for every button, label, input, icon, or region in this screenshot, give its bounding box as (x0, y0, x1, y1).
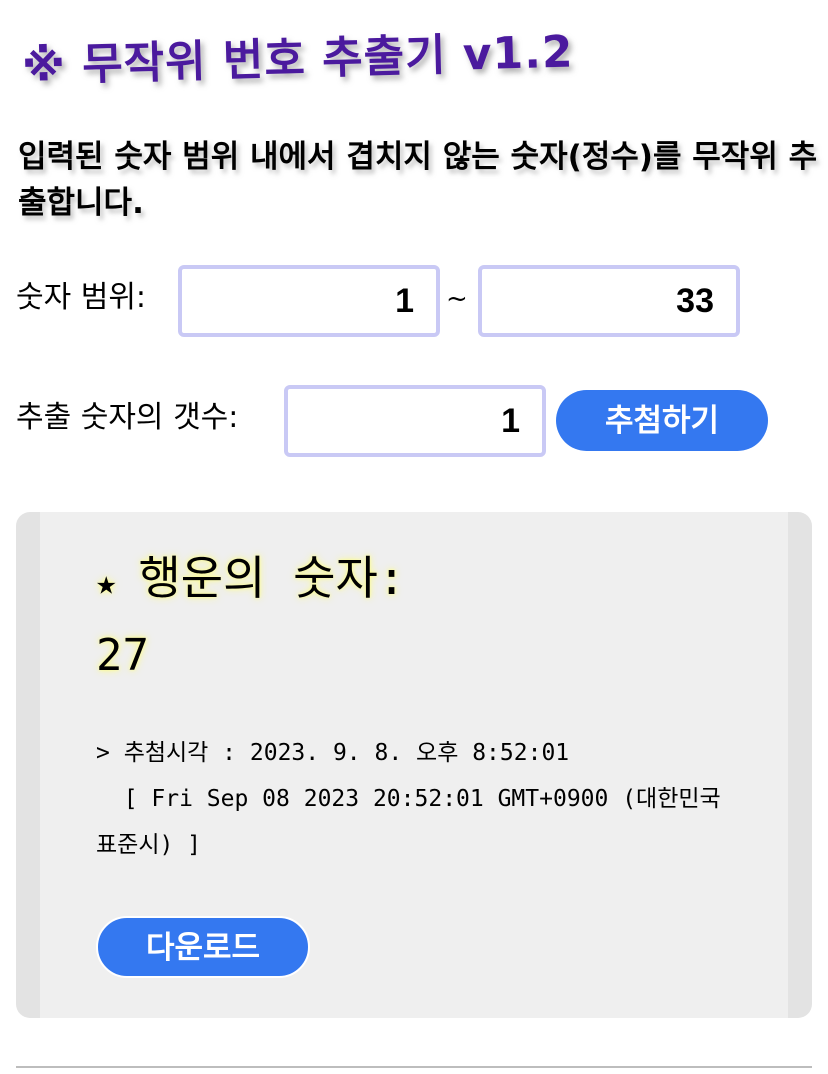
bottom-divider (16, 1066, 812, 1068)
range-separator: ~ (446, 284, 468, 314)
draw-button[interactable]: 추첨하기 (556, 390, 768, 451)
count-input[interactable] (284, 385, 546, 457)
range-min-input[interactable] (178, 265, 440, 337)
result-panel: ★ 행운의 숫자: 27 > 추첨시각 : 2023. 9. 8. 오후 8:52… (16, 512, 812, 1018)
description-text: 입력된 숫자 범위 내에서 겹치지 않는 숫자(정수)를 무작위 추출합니다. (18, 139, 818, 221)
download-button[interactable]: 다운로드 (96, 916, 310, 978)
draw-time-text: > 추첨시각 : 2023. 9. 8. 오후 8:52:01 [ Fri Se… (96, 740, 721, 858)
star-icon: ★ (96, 563, 117, 603)
app-title: ※ 무작위 번호 추출기 v1.2 (21, 26, 575, 92)
range-max-input[interactable] (478, 265, 740, 337)
lucky-number: 27 (96, 630, 149, 681)
range-label: 숫자 범위: (16, 280, 147, 315)
count-label: 추출 숫자의 갯수: (16, 400, 239, 435)
lucky-number-heading: ★ 행운의 숫자: (96, 542, 405, 608)
lucky-heading-label: 행운의 숫자: (138, 551, 406, 605)
page: ※ 무작위 번호 추출기 v1.2 입력된 숫자 범위 내에서 겹치지 않는 숫… (0, 0, 828, 1074)
